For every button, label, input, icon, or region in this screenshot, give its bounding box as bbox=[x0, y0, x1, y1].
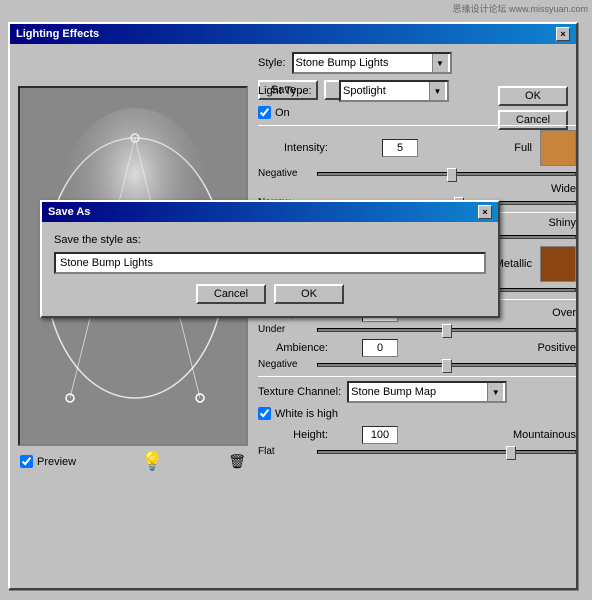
trash-icon[interactable]: 🗑 bbox=[228, 453, 246, 470]
texture-value: Stone Bump Map bbox=[351, 386, 436, 398]
watermark: 思缘设计论坛 www.missyuan.com bbox=[448, 0, 592, 17]
ambience-value[interactable]: 0 bbox=[362, 339, 398, 357]
intensity-slider[interactable] bbox=[317, 172, 576, 176]
negative-label: Negative bbox=[258, 168, 313, 179]
divider1 bbox=[258, 125, 576, 126]
ambience-label: Ambience: bbox=[258, 342, 328, 354]
intensity-value[interactable]: 5 bbox=[382, 139, 418, 157]
ambience-slider[interactable] bbox=[317, 363, 576, 367]
on-label: On bbox=[275, 107, 290, 119]
white-is-high-checkbox[interactable] bbox=[258, 407, 271, 420]
saveas-ok-button[interactable]: OK bbox=[274, 284, 344, 304]
metallic-label: Metallic bbox=[495, 258, 532, 270]
light-icon: 💡 bbox=[141, 451, 163, 472]
on-checkbox[interactable] bbox=[258, 106, 271, 119]
light-type-label: Light Type: bbox=[258, 85, 333, 97]
material-color-swatch[interactable] bbox=[540, 246, 576, 282]
saveas-title-bar: Save As × bbox=[42, 202, 498, 222]
shiny-label: Shiny bbox=[548, 217, 576, 229]
saveas-dialog: Save As × Save the style as: Cancel OK bbox=[40, 200, 500, 318]
saveas-close-button[interactable]: × bbox=[478, 205, 492, 219]
preview-label: Preview bbox=[37, 456, 76, 468]
dialog-title: Lighting Effects bbox=[16, 28, 99, 40]
positive-label: Positive bbox=[537, 342, 576, 354]
style-dropdown[interactable]: Stone Bump Lights ▼ bbox=[292, 52, 452, 74]
texture-channel-label: Texture Channel: bbox=[258, 386, 341, 398]
ambience-negative-label: Negative bbox=[258, 359, 313, 370]
divider4 bbox=[258, 376, 576, 377]
preview-checkbox[interactable] bbox=[20, 455, 33, 468]
intensity-slider-row: Negative bbox=[258, 168, 576, 179]
height-slider[interactable] bbox=[317, 450, 576, 454]
light-type-value: Spotlight bbox=[343, 85, 386, 97]
texture-dropdown[interactable]: Stone Bump Map ▼ bbox=[347, 381, 507, 403]
style-arrow: ▼ bbox=[432, 54, 448, 72]
intensity-thumb[interactable] bbox=[447, 168, 457, 182]
saveas-prompt: Save the style as: bbox=[54, 234, 141, 246]
full-label: Full bbox=[514, 142, 532, 154]
saveas-title: Save As bbox=[48, 206, 90, 218]
ambience-slider-row: Negative bbox=[258, 359, 576, 370]
light-type-dropdown[interactable]: Spotlight ▼ bbox=[339, 80, 449, 102]
saveas-cancel-button[interactable]: Cancel bbox=[196, 284, 266, 304]
exposure-slider-row: Under bbox=[258, 324, 576, 335]
saveas-buttons: Cancel OK bbox=[54, 284, 486, 304]
intensity-label: Intensity: bbox=[258, 142, 328, 154]
preview-footer: Preview 💡 🗑 bbox=[18, 449, 248, 474]
ambience-thumb[interactable] bbox=[442, 359, 452, 373]
texture-arrow: ▼ bbox=[487, 383, 503, 401]
over-label: Over bbox=[552, 307, 576, 319]
exposure-slider[interactable] bbox=[317, 328, 576, 332]
height-thumb[interactable] bbox=[506, 446, 516, 460]
style-value: Stone Bump Lights bbox=[296, 57, 389, 69]
title-bar: Lighting Effects × bbox=[10, 24, 576, 44]
saveas-body: Save the style as: Cancel OK bbox=[42, 222, 498, 316]
saveas-input[interactable] bbox=[54, 252, 486, 274]
height-slider-row: Flat bbox=[258, 446, 576, 457]
intensity-color-swatch[interactable] bbox=[540, 130, 576, 166]
style-label: Style: bbox=[258, 57, 286, 69]
flat-label: Flat bbox=[258, 446, 313, 457]
close-button[interactable]: × bbox=[556, 27, 570, 41]
wide-label: Wide bbox=[551, 183, 576, 195]
exposure-thumb[interactable] bbox=[442, 324, 452, 338]
height-value[interactable]: 100 bbox=[362, 426, 398, 444]
light-type-arrow: ▼ bbox=[429, 82, 445, 100]
mountainous-label: Mountainous bbox=[513, 429, 576, 441]
under-label: Under bbox=[258, 324, 313, 335]
height-label: Height: bbox=[258, 429, 328, 441]
white-is-high-label: White is high bbox=[275, 408, 338, 420]
